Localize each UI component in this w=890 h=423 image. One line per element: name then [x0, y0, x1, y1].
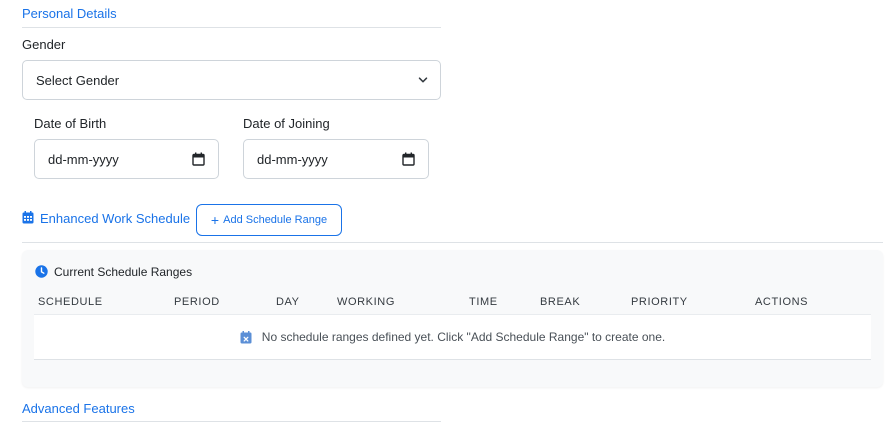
plus-icon: +	[210, 212, 220, 228]
calendar-grid-icon	[22, 211, 34, 224]
calendar-icon[interactable]	[192, 152, 205, 166]
dob-input[interactable]: dd-mm-yyyy	[34, 139, 219, 179]
dob-label: Date of Birth	[34, 116, 107, 131]
column-header-time: TIME	[469, 296, 498, 308]
section-title-work-schedule: Enhanced Work Schedule	[40, 211, 191, 226]
section-title-personal-details: Personal Details	[22, 6, 117, 21]
divider	[22, 421, 441, 422]
gender-label: Gender	[22, 37, 66, 52]
column-header-actions: ACTIONS	[755, 296, 809, 308]
column-header-day: DAY	[276, 296, 300, 308]
doj-label: Date of Joining	[243, 116, 330, 131]
column-header-period: PERIOD	[174, 296, 220, 308]
chevron-down-icon	[418, 77, 428, 83]
doj-input[interactable]: dd-mm-yyyy	[243, 139, 429, 179]
dob-placeholder: dd-mm-yyyy	[48, 151, 119, 167]
divider	[22, 242, 883, 243]
add-schedule-range-button[interactable]: + Add Schedule Range	[196, 204, 342, 236]
add-schedule-range-label: Add Schedule Range	[223, 214, 328, 226]
clock-icon	[35, 265, 48, 278]
gender-select[interactable]: Select Gender	[22, 60, 441, 100]
doj-placeholder: dd-mm-yyyy	[257, 151, 328, 167]
empty-state-row: No schedule ranges defined yet. Click "A…	[34, 314, 871, 360]
divider	[22, 27, 441, 28]
column-header-working: WORKING	[337, 296, 395, 308]
gender-select-value: Select Gender	[36, 72, 120, 88]
empty-state-message: No schedule ranges defined yet. Click "A…	[261, 330, 666, 344]
calendar-x-icon	[240, 330, 252, 343]
column-header-schedule: SCHEDULE	[38, 296, 103, 308]
section-title-advanced-features: Advanced Features	[22, 401, 135, 416]
column-header-break: BREAK	[540, 296, 581, 308]
column-header-priority: PRIORITY	[631, 296, 688, 308]
card-title: Current Schedule Ranges	[54, 265, 193, 279]
schedule-ranges-card: Current Schedule Ranges SCHEDULE PERIOD …	[22, 250, 883, 387]
calendar-icon[interactable]	[402, 152, 415, 166]
